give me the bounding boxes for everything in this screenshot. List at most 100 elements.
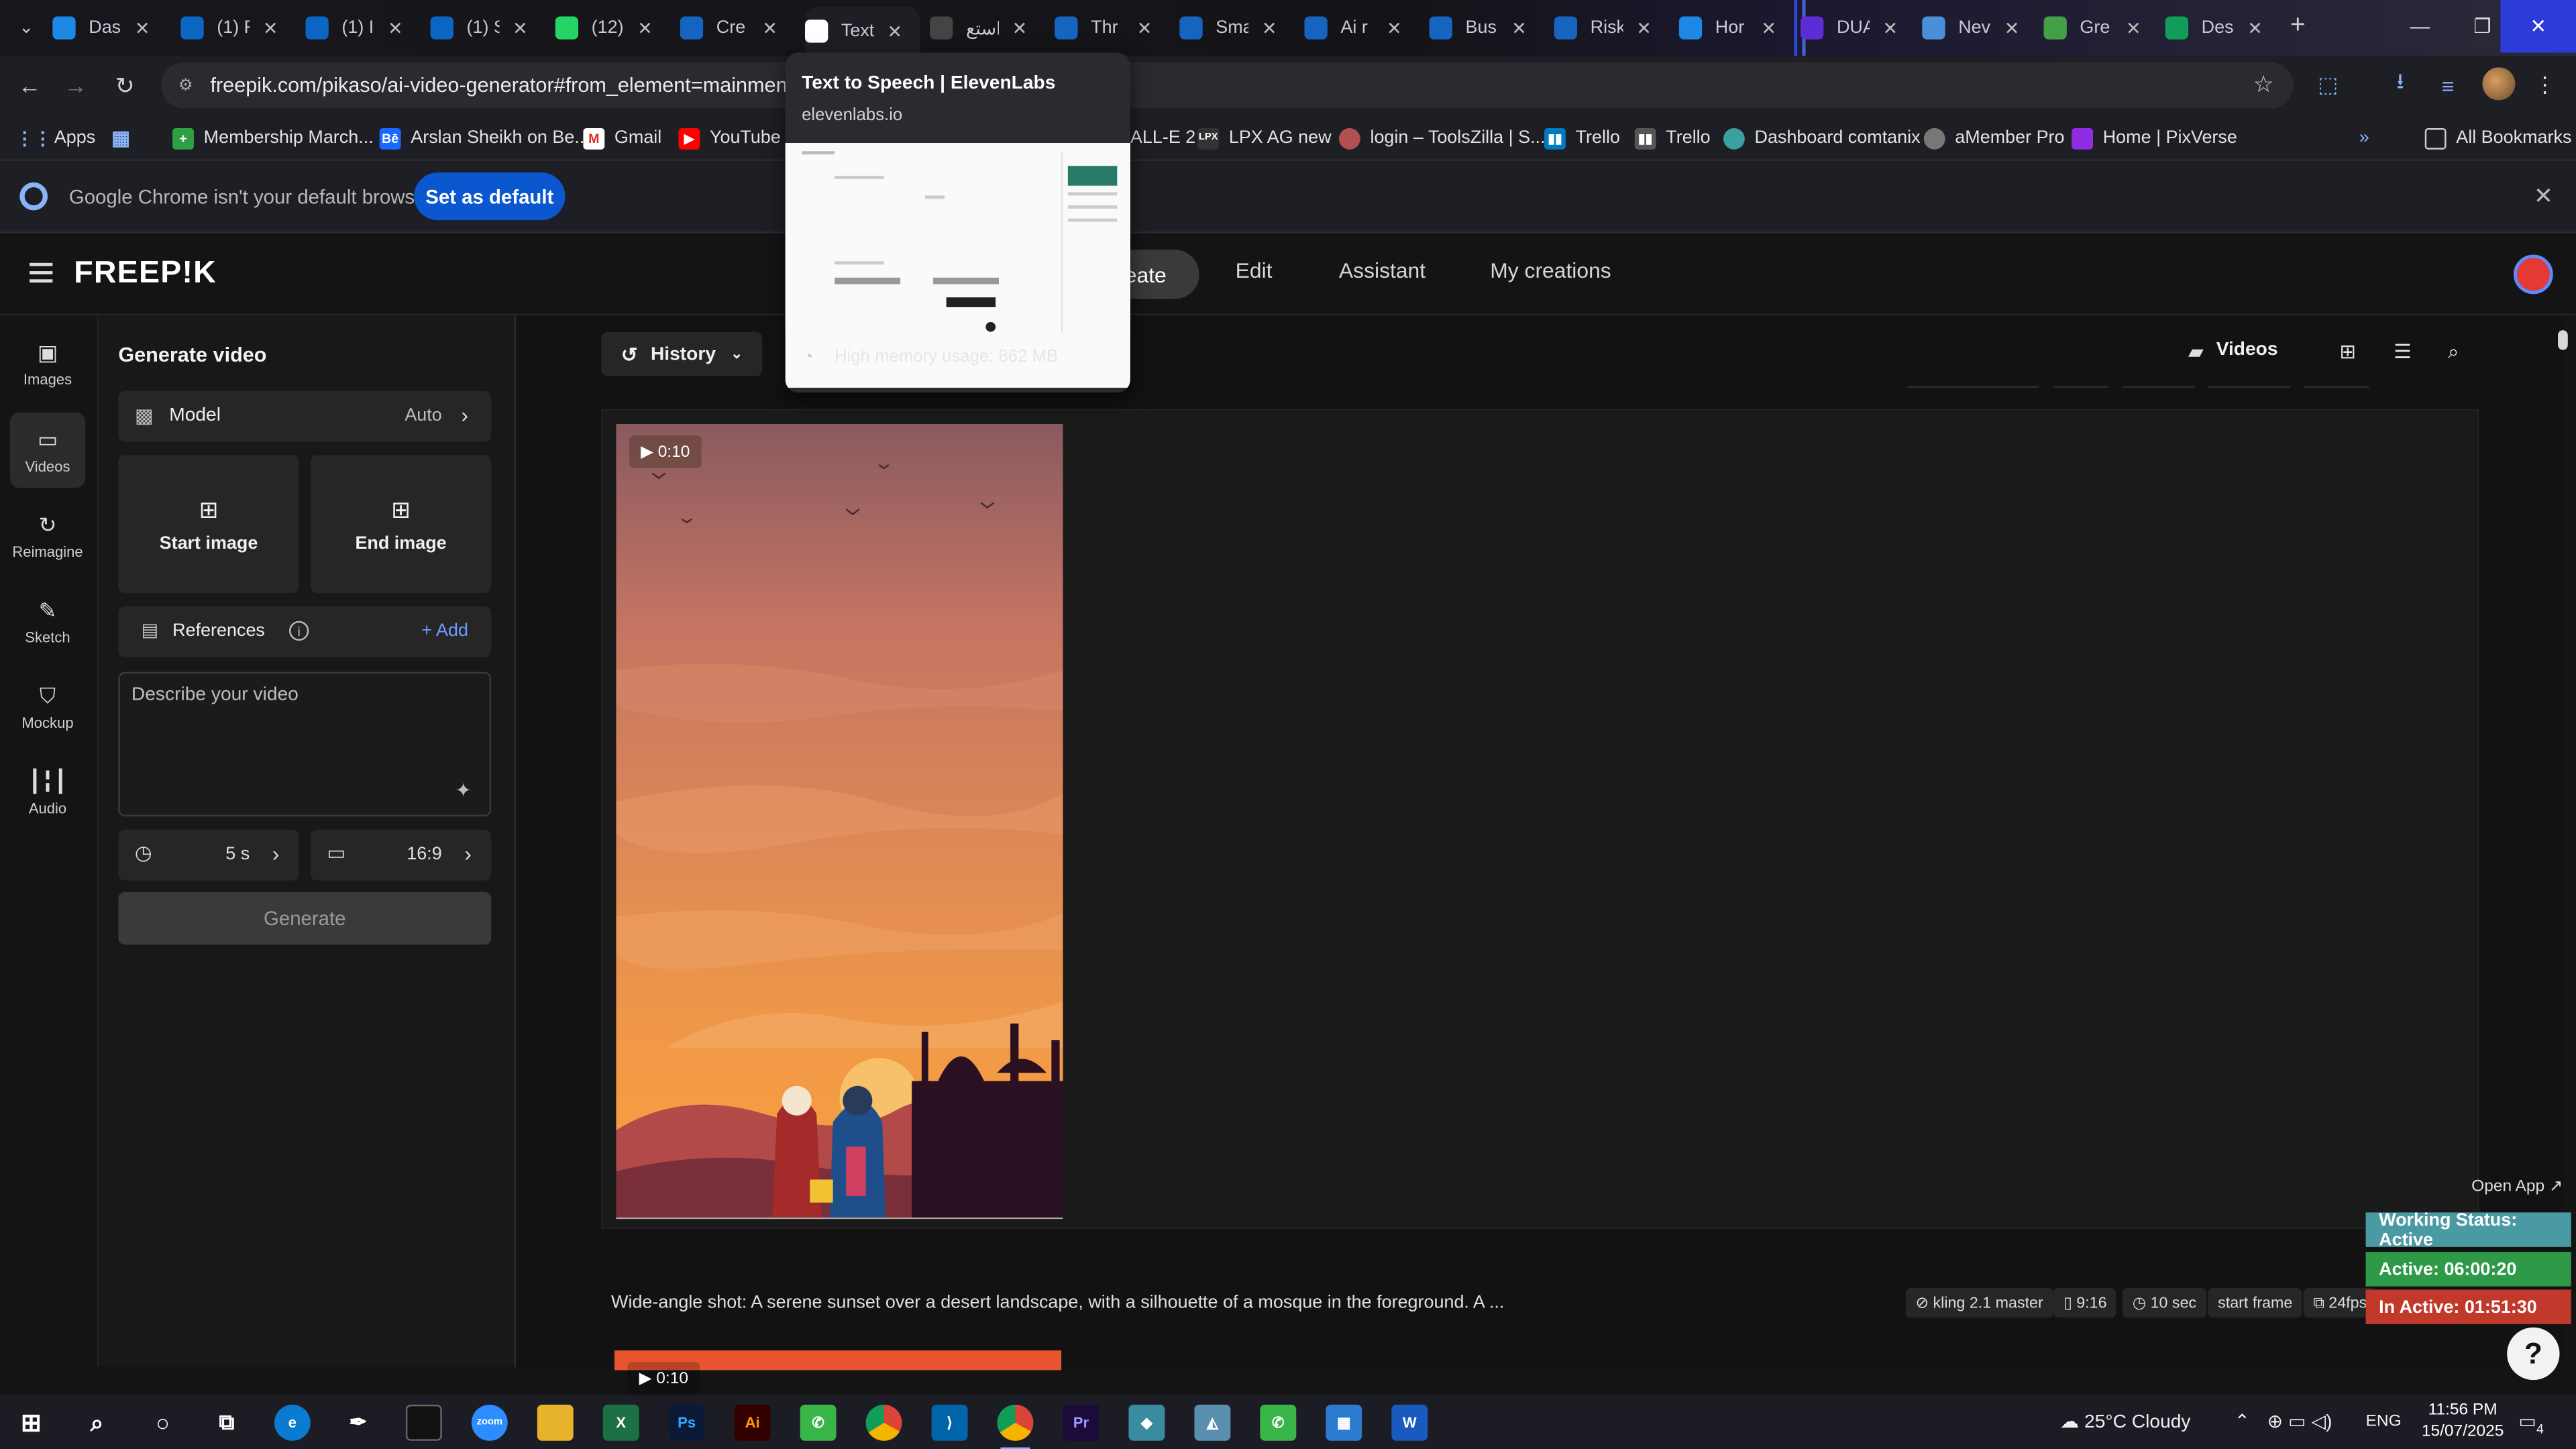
settings-sliders-icon[interactable]: ☰ bbox=[2394, 340, 2411, 363]
browser-tab[interactable]: Thr ✕ bbox=[1055, 10, 1169, 46]
browser-tab[interactable]: Bus ✕ bbox=[1429, 10, 1544, 46]
close-icon[interactable]: ✕ bbox=[2534, 182, 2553, 211]
tab-close-icon[interactable]: ✕ bbox=[1387, 17, 1402, 38]
end-image-button[interactable]: ⊞ End image bbox=[310, 455, 492, 594]
start-icon[interactable]: ⊞ bbox=[13, 1405, 50, 1441]
zoom-icon[interactable]: zoom bbox=[471, 1404, 508, 1441]
tab-close-icon[interactable]: ✕ bbox=[263, 17, 278, 38]
menu-dots-icon[interactable]: ⋮ bbox=[2530, 70, 2559, 100]
phone-app-icon[interactable]: ✆ bbox=[800, 1404, 837, 1441]
info-icon[interactable]: i bbox=[289, 621, 309, 641]
illustrator-icon[interactable]: Ai bbox=[734, 1404, 771, 1441]
videos-filter[interactable]: Videos bbox=[2216, 340, 2278, 360]
second-video-thumbnail[interactable]: ▶ 0:10 bbox=[614, 1350, 1062, 1395]
tab-close-icon[interactable]: ✕ bbox=[887, 21, 902, 42]
tab-close-icon[interactable]: ✕ bbox=[637, 17, 653, 38]
browser-tab[interactable]: DUA ✕ bbox=[1801, 10, 1915, 46]
browser-tab[interactable]: Des ✕ bbox=[2165, 10, 2280, 46]
tab-close-icon[interactable]: ✕ bbox=[1511, 17, 1527, 38]
bookmark-apps[interactable]: ⋮⋮ Apps bbox=[15, 123, 95, 153]
tray-icons[interactable]: ⊕ ▭ ◁) bbox=[2267, 1409, 2332, 1432]
browser-tab[interactable]: Risk ✕ bbox=[1554, 10, 1669, 46]
browser-tab[interactable]: Text ✕ bbox=[805, 6, 920, 56]
tab-close-icon[interactable]: ✕ bbox=[2126, 17, 2141, 38]
browser-tab[interactable]: (1) I ✕ bbox=[305, 10, 421, 46]
tab-close-icon[interactable]: ✕ bbox=[513, 17, 528, 38]
add-reference-button[interactable]: + Add bbox=[421, 621, 468, 641]
clock[interactable]: 11:56 PM 15/07/2025 bbox=[2422, 1400, 2504, 1443]
bookmark-star-icon[interactable]: ☆ bbox=[2253, 70, 2274, 99]
browser-tab[interactable]: Hor ✕ bbox=[1678, 10, 1794, 46]
video-thumbnail[interactable]: ▶ 0:10 bbox=[616, 423, 1063, 1220]
edge-icon[interactable]: e bbox=[274, 1404, 311, 1441]
tab-search-icon[interactable]: ⌄ bbox=[13, 13, 40, 40]
calculator-icon[interactable]: ▦ bbox=[1326, 1404, 1362, 1441]
chrome-icon[interactable] bbox=[865, 1404, 902, 1441]
bookmark-item[interactable]: Dashboard comtanix bbox=[1723, 123, 1921, 153]
bookmark-item[interactable]: ▮▮ Trello bbox=[1544, 123, 1620, 153]
pen-icon[interactable]: ✒ bbox=[340, 1405, 376, 1441]
start-image-button[interactable]: ⊞ Start image bbox=[118, 455, 299, 594]
rail-reimagine[interactable]: ↻ Reimagine bbox=[10, 498, 86, 574]
bookmark-grid[interactable]: ▦ bbox=[110, 123, 142, 153]
browser-tab[interactable]: Gre ✕ bbox=[2043, 10, 2159, 46]
tab-close-icon[interactable]: ✕ bbox=[2004, 17, 2020, 38]
rail-images[interactable]: ▣ Images bbox=[10, 325, 86, 401]
excel-icon[interactable]: X bbox=[602, 1404, 639, 1441]
tab-close-icon[interactable]: ✕ bbox=[1883, 17, 1898, 38]
browser-tab[interactable]: (1) F ✕ bbox=[180, 10, 295, 46]
duration-selector[interactable]: ◷ 5 s › bbox=[118, 829, 299, 881]
weather[interactable]: ☁ 25°C Cloudy bbox=[2060, 1409, 2190, 1432]
hamburger-menu-icon[interactable] bbox=[30, 262, 53, 283]
file-explorer-icon[interactable] bbox=[537, 1404, 574, 1441]
browser-tab[interactable]: (12) ✕ bbox=[555, 10, 670, 46]
tab-close-icon[interactable]: ✕ bbox=[1012, 17, 1028, 38]
photoshop-icon[interactable]: Ps bbox=[668, 1404, 705, 1441]
tab-close-icon[interactable]: ✕ bbox=[1636, 17, 1652, 38]
bookmark-item[interactable]: login – ToolsZilla | S... bbox=[1338, 123, 1546, 153]
magic-wand-icon[interactable]: ✦ bbox=[455, 779, 472, 802]
browser-tab[interactable]: استع ✕ bbox=[930, 10, 1044, 46]
bookmark-item[interactable]: LPX LPX AG new bbox=[1197, 123, 1332, 153]
nav-edit[interactable]: Edit bbox=[1236, 258, 1273, 282]
all-bookmarks[interactable]: All Bookmarks bbox=[2424, 123, 2571, 153]
task-view-icon[interactable]: ⧉ bbox=[209, 1405, 245, 1441]
user-avatar[interactable] bbox=[2513, 254, 2553, 294]
bookmark-item[interactable]: + Membership March... bbox=[172, 123, 374, 153]
extension-icon[interactable]: ⬚ bbox=[2313, 70, 2343, 100]
browser-tab[interactable]: (1) S ✕ bbox=[430, 10, 545, 46]
url-text[interactable]: freepik.com/pikaso/ai-video-generator#fr… bbox=[210, 74, 798, 97]
search-icon[interactable]: ⌕ bbox=[2448, 340, 2459, 365]
search-icon[interactable]: ⌕ bbox=[79, 1405, 115, 1441]
tab-close-icon[interactable]: ✕ bbox=[762, 17, 777, 38]
aspect-ratio-selector[interactable]: ▭ 16:9 › bbox=[310, 829, 492, 881]
app-icon[interactable]: ◆ bbox=[1128, 1404, 1165, 1441]
site-info-icon[interactable]: ⚙ bbox=[174, 74, 197, 97]
bookmark-item[interactable]: aMember Pro bbox=[1923, 123, 2065, 153]
bookmark-item[interactable]: Home | PixVerse bbox=[2072, 123, 2237, 153]
grid-view-icon[interactable]: ⊞ bbox=[2339, 340, 2356, 363]
browser-tab[interactable]: Sma ✕ bbox=[1179, 10, 1294, 46]
forward-icon[interactable]: → bbox=[59, 69, 92, 102]
vscode-icon[interactable]: ⟩ bbox=[931, 1404, 968, 1441]
video-filter-icon[interactable]: ▰ bbox=[2188, 340, 2204, 363]
prompt-input[interactable] bbox=[131, 685, 460, 767]
word-icon[interactable]: W bbox=[1391, 1404, 1428, 1441]
nav-my-creations[interactable]: My creations bbox=[1490, 258, 1611, 282]
tab-close-icon[interactable]: ✕ bbox=[388, 17, 403, 38]
terminal-icon[interactable] bbox=[405, 1404, 442, 1441]
freepik-logo[interactable]: FREEP!K bbox=[74, 256, 217, 292]
nav-assistant[interactable]: Assistant bbox=[1339, 258, 1426, 282]
media-control-icon[interactable]: ≡ bbox=[2433, 70, 2463, 100]
browser-tab[interactable]: Cre ✕ bbox=[680, 10, 795, 46]
cortana-icon[interactable]: ○ bbox=[145, 1405, 181, 1441]
bookmark-item[interactable]: M Gmail bbox=[583, 123, 661, 153]
premiere-icon[interactable]: Pr bbox=[1063, 1404, 1099, 1441]
close-window-button[interactable]: ✕ bbox=[2500, 0, 2576, 53]
new-tab-button[interactable]: + bbox=[2290, 11, 2306, 41]
phone-app-icon[interactable]: ✆ bbox=[1260, 1404, 1297, 1441]
model-selector[interactable]: ▩ Model Auto › bbox=[118, 390, 492, 442]
tab-close-icon[interactable]: ✕ bbox=[1137, 17, 1152, 38]
browser-tab[interactable]: Ai r ✕ bbox=[1304, 10, 1419, 46]
download-icon[interactable]: ⭳ bbox=[2385, 69, 2415, 100]
